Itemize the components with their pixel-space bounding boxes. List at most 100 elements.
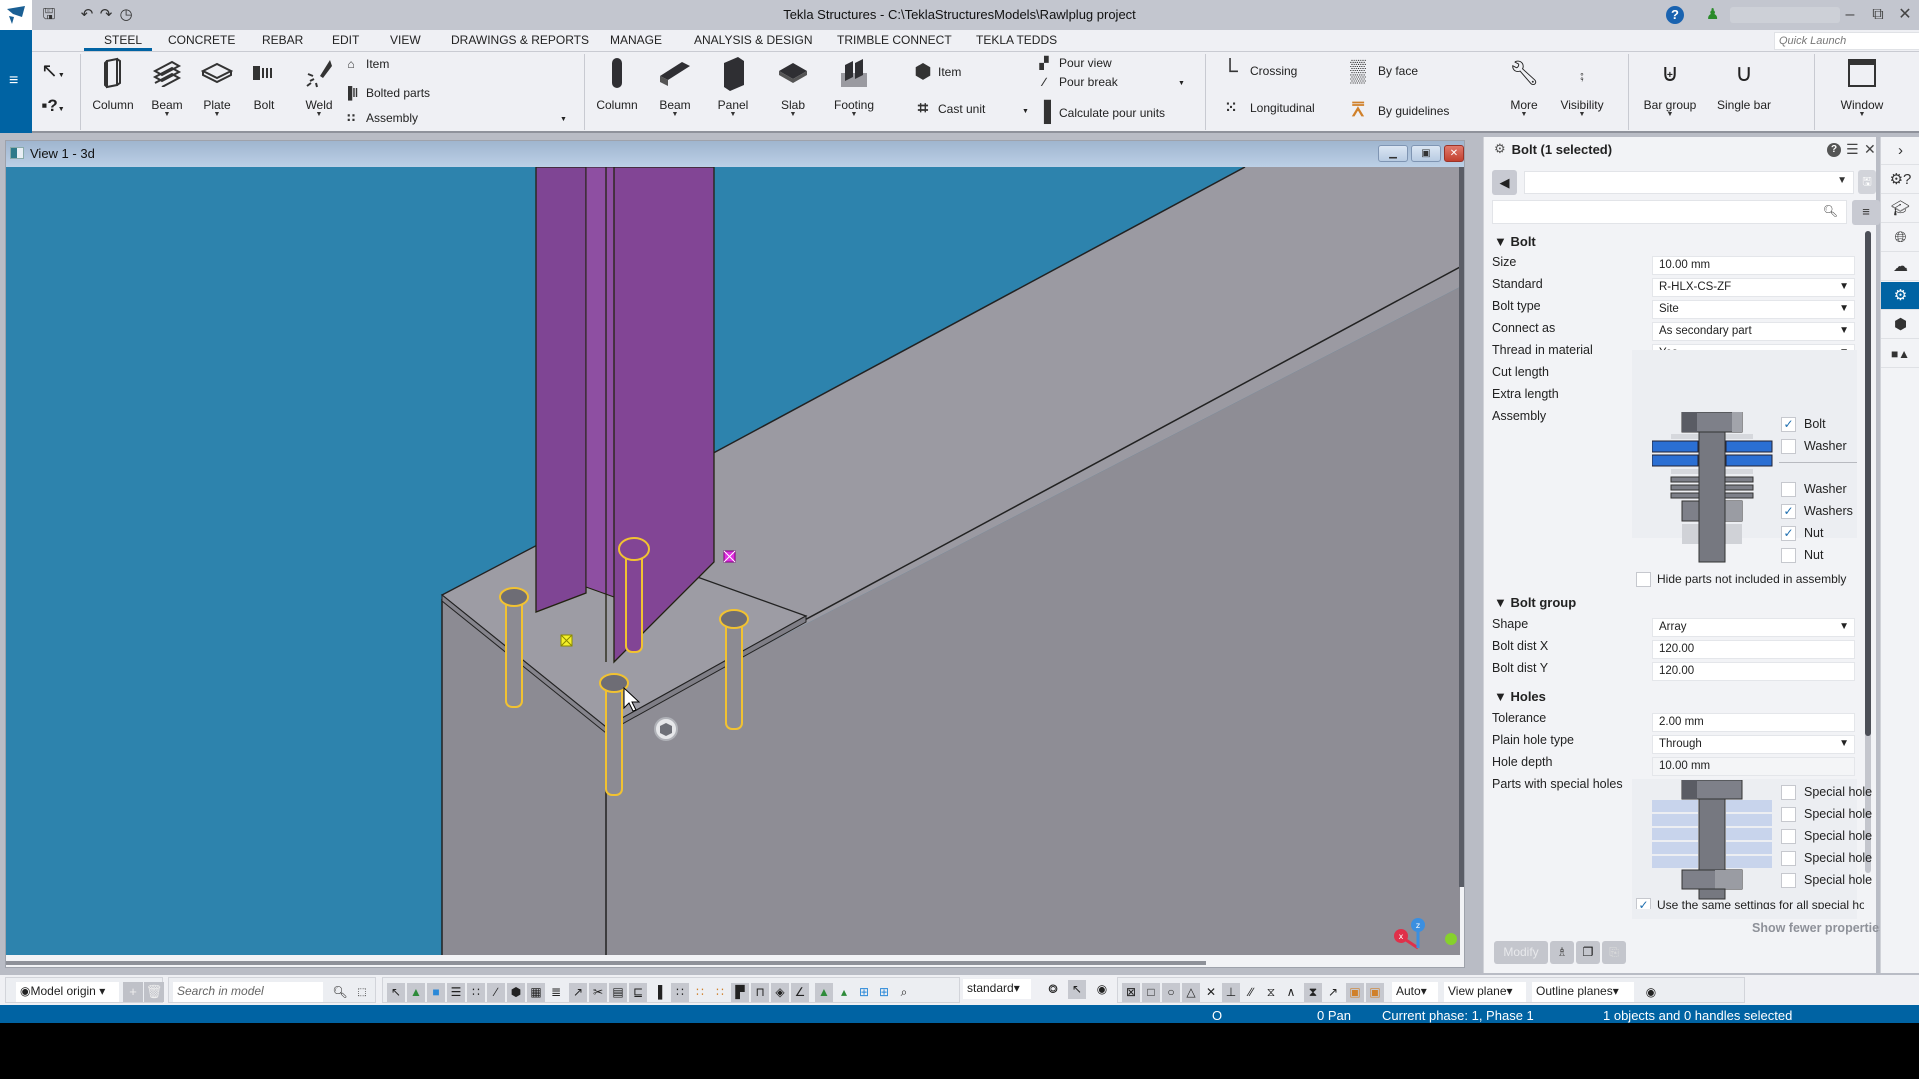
- model-scene[interactable]: x z: [6, 167, 1460, 955]
- select-components-switch-icon[interactable]: ▲: [407, 983, 425, 1002]
- scrollbar-thumb[interactable]: [1865, 231, 1871, 736]
- more-button[interactable]: 🔧︎ More ▼: [1502, 54, 1546, 119]
- app-menu-strip[interactable]: ≡: [0, 30, 32, 133]
- model-origin-select[interactable]: ◉Model origin ▾: [16, 982, 119, 1002]
- select-pour-switch-icon[interactable]: ∷: [711, 983, 729, 1002]
- select-grid-switch-icon[interactable]: ▦: [527, 983, 545, 1002]
- assembly-bolt-checkbox[interactable]: ✓: [1781, 417, 1796, 432]
- cast-unit-button[interactable]: ⌗ Cast unit: [914, 98, 985, 119]
- steel-plate-button[interactable]: Plate ▼: [192, 54, 242, 118]
- expand-panel-icon[interactable]: ›: [1881, 137, 1919, 165]
- back-button[interactable]: ◀: [1492, 170, 1517, 195]
- status-phase[interactable]: Current phase: 1, Phase 1: [1382, 1008, 1534, 1023]
- snap-any-point-icon[interactable]: ⧖: [1262, 983, 1280, 1002]
- tab-tekla-tedds[interactable]: TEKLA TEDDS: [976, 33, 1057, 47]
- help-icon[interactable]: ?: [1666, 6, 1684, 24]
- tab-rebar[interactable]: REBAR: [262, 33, 303, 47]
- snap-perpendicular-icon[interactable]: ⊥: [1222, 983, 1240, 1002]
- tab-steel[interactable]: STEEL: [83, 33, 153, 51]
- select-loads-switch-icon[interactable]: ⊑: [629, 983, 647, 1002]
- steel-item-button[interactable]: ⌂ Item: [342, 57, 389, 71]
- bolt-dist-y-field[interactable]: 120.00: [1652, 662, 1855, 681]
- snap-handles-icon[interactable]: ▣: [1366, 983, 1384, 1002]
- magenta-handle[interactable]: [723, 550, 736, 563]
- by-guidelines-button[interactable]: ⩞ By guidelines: [1344, 99, 1449, 122]
- tolerance-field[interactable]: 2.00 mm: [1652, 713, 1855, 732]
- show-fewer-properties-link[interactable]: Show fewer properties: [1752, 921, 1886, 935]
- restore-icon[interactable]: ⧉: [1864, 4, 1892, 26]
- select-cast-unit-switch-icon[interactable]: ∷: [691, 983, 709, 1002]
- delete-origin-button[interactable]: 🗑︎: [144, 982, 164, 1002]
- filter-icon[interactable]: ⭗: [1044, 980, 1062, 999]
- select-grid-line-switch-icon[interactable]: ≣: [547, 983, 565, 1002]
- select-surface-switch-icon[interactable]: ☰: [447, 983, 465, 1002]
- select-rebar-group-switch-icon[interactable]: ⊓: [751, 983, 769, 1002]
- history-icon[interactable]: ◷: [117, 6, 135, 24]
- standard-select[interactable]: R-HLX-CS-ZF ▼: [1652, 278, 1855, 297]
- snap-grid-icon[interactable]: ⧗: [1304, 983, 1322, 1002]
- search-in-model-input[interactable]: Search in model: [173, 982, 323, 1002]
- undo-icon[interactable]: ↶: [78, 6, 96, 24]
- close-icon[interactable]: ✕: [1891, 4, 1919, 26]
- special-hole-checkbox-5[interactable]: [1781, 873, 1796, 888]
- tekla-logo-icon[interactable]: [0, 0, 32, 30]
- save-icon[interactable]: 🖫: [40, 6, 58, 24]
- select-single-bolt-switch-icon[interactable]: ∕: [487, 983, 505, 1002]
- tab-view[interactable]: VIEW: [390, 33, 421, 47]
- pour-dropdown[interactable]: ▼: [1178, 80, 1185, 87]
- by-face-button[interactable]: ▒ By face: [1344, 58, 1418, 84]
- tab-drawings-reports[interactable]: DRAWINGS & REPORTS: [451, 33, 589, 47]
- view-header[interactable]: View 1 - 3d ▁ ▣ ✕: [6, 141, 1464, 167]
- viewport-horizontal-scrollbar[interactable]: [6, 961, 1206, 965]
- select-by-filter-icon[interactable]: ⌕: [895, 983, 913, 1002]
- hide-parts-checkbox[interactable]: [1636, 572, 1651, 587]
- assembly-nut-checkbox[interactable]: ✓: [1781, 526, 1796, 541]
- auto-select[interactable]: Auto▾: [1392, 982, 1438, 1002]
- view-minimize-button[interactable]: ▁: [1378, 145, 1408, 162]
- select-objects-in-components-icon[interactable]: ▲: [815, 983, 833, 1002]
- search-icon[interactable]: 🔍︎: [331, 983, 349, 1002]
- hamburger-icon[interactable]: ≡: [9, 72, 18, 90]
- snap-intersection-icon[interactable]: ✕: [1202, 983, 1220, 1002]
- globe-icon[interactable]: 🌐︎: [1881, 224, 1919, 252]
- select-rebar-switch-icon[interactable]: ▛: [731, 983, 749, 1002]
- concrete-column-button[interactable]: Column: [592, 54, 642, 112]
- pick-button[interactable]: ♗: [1550, 941, 1574, 964]
- concrete-slab-button[interactable]: Slab ▼: [768, 54, 818, 118]
- concrete-beam-button[interactable]: Beam ▼: [650, 54, 700, 118]
- select-bolt-group-switch-icon[interactable]: ∷: [467, 983, 485, 1002]
- properties-scrollbar[interactable]: [1865, 231, 1871, 873]
- single-bar-button[interactable]: ∪ Single bar: [1712, 54, 1776, 113]
- connect-as-select[interactable]: As secondary part ▼: [1652, 322, 1855, 341]
- tab-manage[interactable]: MANAGE: [610, 33, 662, 47]
- snap-free-icon[interactable]: ↗: [1324, 983, 1342, 1002]
- snap-nearest-icon[interactable]: ∧: [1282, 983, 1300, 1002]
- tab-concrete[interactable]: CONCRETE: [168, 33, 235, 47]
- tab-analysis-design[interactable]: ANALYSIS & DESIGN: [694, 33, 812, 47]
- viewport-vertical-scrollbar[interactable]: [1459, 167, 1464, 887]
- concrete-footing-button[interactable]: Footing ▼: [826, 54, 882, 118]
- plain-hole-type-select[interactable]: Through ▼: [1652, 735, 1855, 754]
- snap-reference-lines-icon[interactable]: ⊠: [1122, 983, 1140, 1002]
- shapes-icon[interactable]: ■▲: [1881, 340, 1919, 368]
- cloud-icon[interactable]: ☁: [1881, 253, 1919, 281]
- steel-group-dropdown[interactable]: ▼: [560, 116, 567, 123]
- steel-beam-button[interactable]: Beam ▼: [142, 54, 192, 118]
- cast-unit-dropdown[interactable]: ▼: [1022, 108, 1029, 115]
- quick-launch-input[interactable]: Quick Launch 🔍︎: [1774, 32, 1919, 50]
- redo-icon[interactable]: ↷: [97, 6, 115, 24]
- visibility-button[interactable]: ⨾ Visibility ▼: [1554, 54, 1610, 118]
- assembly-washer-top-checkbox[interactable]: [1781, 439, 1796, 454]
- special-hole-checkbox-1[interactable]: [1781, 785, 1796, 800]
- select-surface-treatment-switch-icon[interactable]: ◈: [771, 983, 789, 1002]
- concrete-item-button[interactable]: ⬢ Item: [914, 59, 961, 84]
- select-parts-switch-icon[interactable]: ■: [427, 983, 445, 1002]
- select-welds-switch-icon[interactable]: ↗: [569, 983, 587, 1002]
- help-icon[interactable]: ?: [1827, 143, 1841, 157]
- user-icon[interactable]: ♟: [1706, 5, 1719, 23]
- calculate-pour-units-button[interactable]: ▐ Calculate pour units: [1035, 101, 1165, 124]
- query-tool-button[interactable]: ▪?▼: [38, 96, 68, 116]
- section-bolt[interactable]: ▼ Bolt: [1494, 234, 1536, 249]
- minimize-icon[interactable]: –: [1836, 4, 1864, 26]
- special-hole-checkbox-4[interactable]: [1781, 851, 1796, 866]
